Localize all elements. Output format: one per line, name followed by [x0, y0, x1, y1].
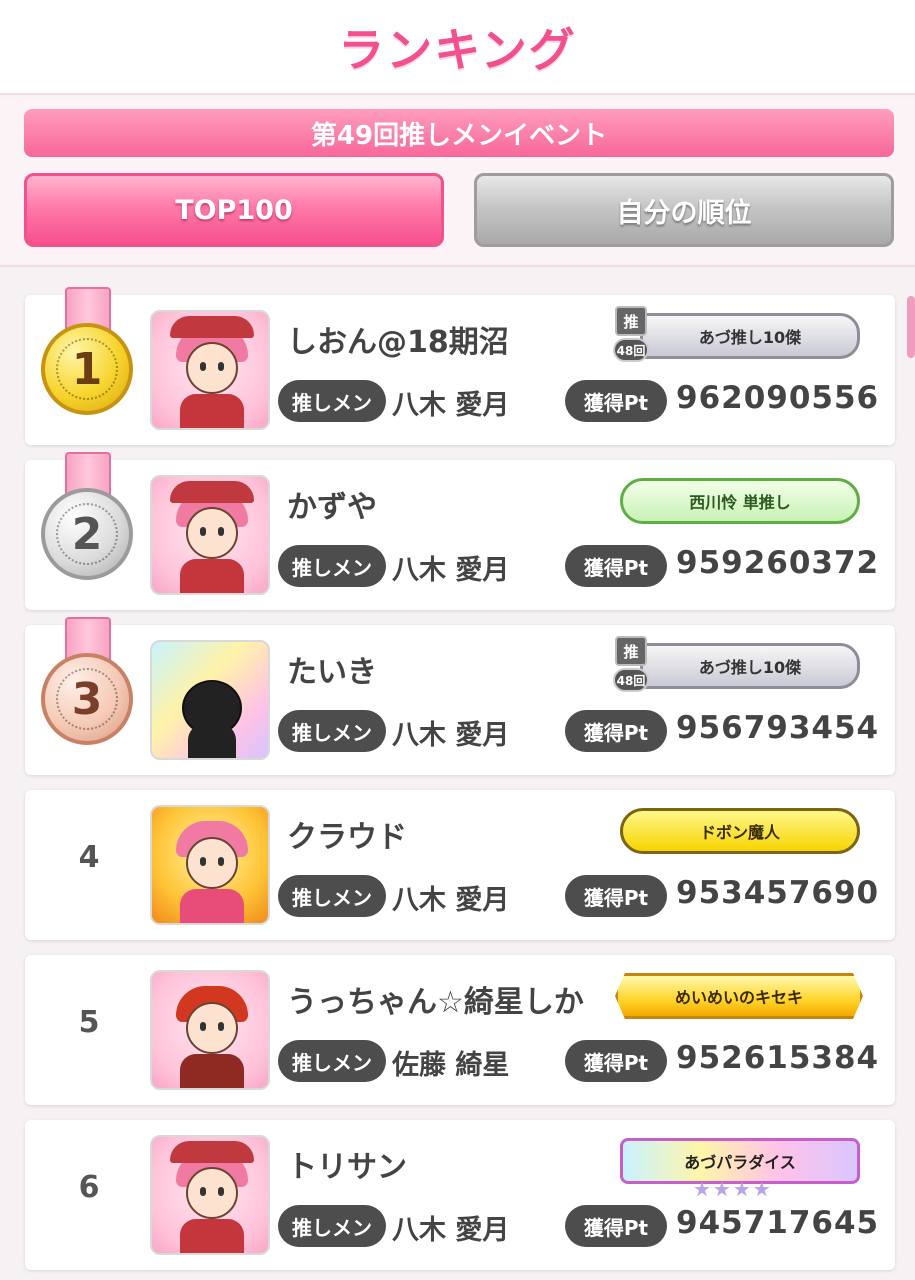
player-name: たいき — [287, 655, 377, 690]
title-badge: 推 48回 あづ推し10傑 — [613, 636, 860, 692]
oshi-member-name: 八木 愛月 — [392, 885, 510, 916]
oshi-member-name: 八木 愛月 — [392, 720, 510, 751]
title-badge: ドボン魔人 — [620, 808, 860, 854]
oshi-label: 推しメン — [278, 710, 386, 752]
tab-top100[interactable]: TOP100 — [24, 173, 444, 247]
oshi-label: 推しメン — [278, 875, 386, 917]
oshi-member-name: 八木 愛月 — [392, 390, 510, 421]
star-rating-icon: ★★★★ — [693, 1177, 773, 1201]
ranking-row[interactable]: 6 トリサン あづパラダイス ★★★★ 推しメン 八木 愛月 獲得Pt 9457… — [25, 1120, 895, 1270]
ranking-row[interactable]: 2 かずや 西川怜 単推し 推しメン 八木 愛月 獲得Pt 959260372 — [25, 452, 895, 610]
points-label: 獲得Pt — [565, 875, 667, 917]
oshi-label: 推しメン — [278, 1040, 386, 1082]
points-label: 獲得Pt — [565, 380, 667, 422]
rank-number: 4 — [78, 840, 100, 875]
player-name: しおん@18期沼 — [287, 325, 509, 360]
header: ランキング — [0, 0, 915, 95]
points-value: 959260372 — [676, 545, 880, 581]
points-value: 956793454 — [676, 710, 880, 746]
ranking-row[interactable]: 5 うっちゃん☆綺星しか めいめいのキセキ 推しメン 佐藤 綺星 獲得Pt 95… — [25, 955, 895, 1105]
oshi-count-icon: 推 48回 — [613, 636, 649, 696]
oshi-label: 推しメン — [278, 545, 386, 587]
scrollbar[interactable] — [907, 296, 915, 358]
points-label: 獲得Pt — [565, 710, 667, 752]
event-title-bar: 第49回推しメンイベント — [24, 109, 894, 157]
tab-my-rank[interactable]: 自分の順位 — [474, 173, 894, 247]
gold-medal-icon: 1 — [39, 287, 135, 417]
points-label: 獲得Pt — [565, 545, 667, 587]
points-label: 獲得Pt — [565, 1040, 667, 1082]
player-name: かずや — [287, 490, 377, 525]
avatar[interactable] — [150, 310, 270, 430]
rank-number: 6 — [78, 1170, 100, 1205]
oshi-count-icon: 推 48回 — [613, 306, 649, 366]
points-value: 945717645 — [676, 1205, 880, 1241]
rank-number: 5 — [78, 1005, 100, 1040]
title-badge: めいめいのキセキ — [615, 973, 863, 1019]
points-value: 962090556 — [676, 380, 880, 416]
player-name: うっちゃん☆綺星しか — [287, 985, 584, 1020]
tab-band: 第49回推しメンイベント TOP100 自分の順位 — [0, 97, 915, 267]
page-title: ランキング — [338, 22, 577, 77]
avatar[interactable] — [150, 640, 270, 760]
player-name: クラウド — [287, 820, 407, 855]
oshi-label: 推しメン — [278, 380, 386, 422]
title-badge: あづパラダイス ★★★★ — [620, 1138, 860, 1201]
ranking-row[interactable]: 1 しおん@18期沼 推 48回 あづ推し10傑 推しメン 八木 愛月 獲得Pt… — [25, 287, 895, 445]
ranking-list[interactable]: 1 しおん@18期沼 推 48回 あづ推し10傑 推しメン 八木 愛月 獲得Pt… — [0, 270, 915, 1280]
oshi-member-name: 八木 愛月 — [392, 555, 510, 586]
title-badge: 推 48回 あづ推し10傑 — [613, 306, 860, 362]
avatar[interactable] — [150, 475, 270, 595]
bronze-medal-icon: 3 — [39, 617, 135, 747]
ranking-row[interactable]: 4 クラウド ドボン魔人 推しメン 八木 愛月 獲得Pt 953457690 — [25, 790, 895, 940]
points-value: 953457690 — [676, 875, 880, 911]
oshi-member-name: 八木 愛月 — [392, 1215, 510, 1246]
silver-medal-icon: 2 — [39, 452, 135, 582]
oshi-label: 推しメン — [278, 1205, 386, 1247]
points-value: 952615384 — [676, 1040, 880, 1076]
title-badge: 西川怜 単推し — [620, 478, 860, 524]
avatar[interactable] — [150, 970, 270, 1090]
avatar[interactable] — [150, 805, 270, 925]
ranking-row[interactable]: 3 たいき 推 48回 あづ推し10傑 推しメン 八木 愛月 獲得Pt 9567… — [25, 617, 895, 775]
player-name: トリサン — [287, 1150, 407, 1185]
avatar[interactable] — [150, 1135, 270, 1255]
points-label: 獲得Pt — [565, 1205, 667, 1247]
oshi-member-name: 佐藤 綺星 — [392, 1050, 510, 1081]
